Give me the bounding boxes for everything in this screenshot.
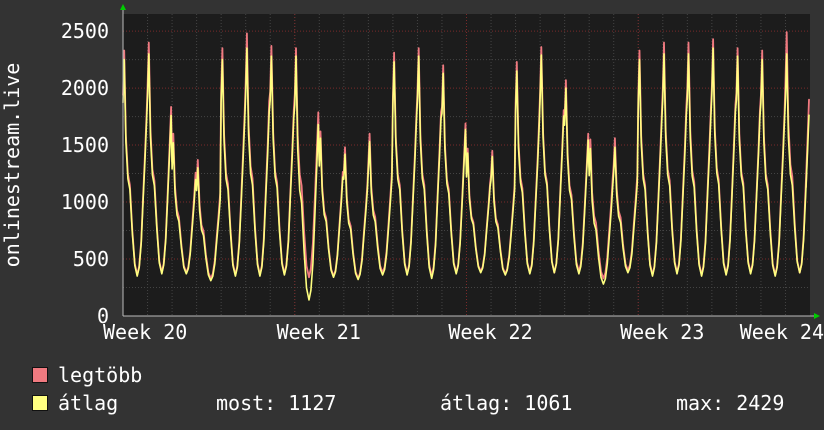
stat-max-value: 2429 xyxy=(736,391,785,415)
y-tick-label: 2500 xyxy=(61,19,109,43)
stat-now: most: 1127 xyxy=(216,392,336,414)
legend-label-avg: átlag xyxy=(58,391,119,415)
y-tick-label: 1000 xyxy=(61,190,109,214)
stat-now-label: most: xyxy=(216,391,277,415)
y-tick-label: 1500 xyxy=(61,133,109,157)
stat-max: max: 2429 xyxy=(676,392,784,414)
legend-item-avg: átlag xyxy=(32,392,118,414)
legend-swatch-max xyxy=(32,367,48,383)
y-axis-label: onlinestream.live xyxy=(0,63,24,268)
legend-label-max: legtöbb xyxy=(58,363,143,387)
stat-avg-label: átlag: xyxy=(440,391,513,415)
x-tick-label: Week 22 xyxy=(448,320,532,344)
y-tick-label: 2000 xyxy=(61,76,109,100)
x-tick-label: Week 20 xyxy=(103,320,187,344)
stat-avg-value: 1061 xyxy=(524,391,573,415)
stat-avg: átlag: 1061 xyxy=(440,392,572,414)
chart: 05001000150020002500Week 20 Week 21 Week 2… xyxy=(0,4,824,344)
x-tick-label: Week 24 xyxy=(740,320,824,344)
x-tick-label: Week 23 xyxy=(620,320,704,344)
stat-max-label: max: xyxy=(676,391,725,415)
legend-item-max: legtöbb xyxy=(32,364,142,386)
y-axis-arrow xyxy=(120,4,126,10)
legend-swatch-avg xyxy=(32,395,48,411)
x-axis-arrow xyxy=(814,313,820,319)
stat-now-value: 1127 xyxy=(288,391,337,415)
y-tick-label: 500 xyxy=(73,247,109,271)
x-tick-label: Week 21 xyxy=(277,320,361,344)
